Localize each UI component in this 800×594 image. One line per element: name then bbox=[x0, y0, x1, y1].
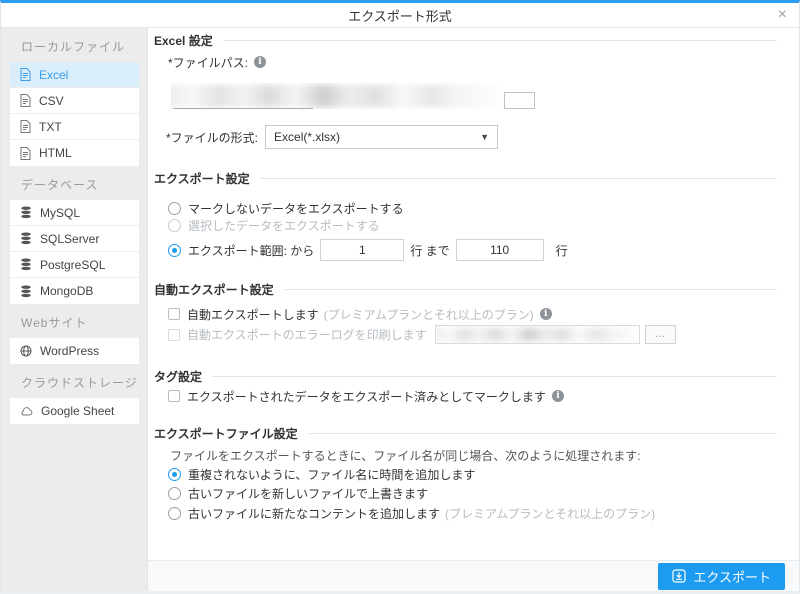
sidebar: ローカルファイル Excel CSV bbox=[1, 28, 147, 591]
sidebar-group-local: ローカルファイル Excel CSV bbox=[10, 35, 139, 166]
section-rule bbox=[260, 178, 777, 179]
sidebar-item-txt[interactable]: TXT bbox=[10, 114, 139, 140]
sidebar-item-sqlserver[interactable]: SQLServer bbox=[10, 226, 139, 252]
export-option-selected-data[interactable]: 選択したデータをエクスポートする bbox=[168, 217, 380, 233]
error-log-checkbox-row[interactable]: 自動エクスポートのエラーログを印刷します … bbox=[168, 325, 676, 344]
file-conflict-description: ファイルをエクスポートするときに、ファイル名が同じ場合、次のように処理されます: bbox=[170, 447, 641, 463]
sidebar-item-mysql[interactable]: MySQL bbox=[10, 200, 139, 226]
sidebar-item-html[interactable]: HTML bbox=[10, 140, 139, 166]
database-icon bbox=[20, 285, 32, 298]
radio-checked[interactable] bbox=[168, 244, 181, 257]
radio-disabled bbox=[168, 219, 181, 232]
file-path-browse-button[interactable] bbox=[504, 92, 535, 109]
checkbox-unchecked[interactable] bbox=[168, 308, 180, 320]
sidebar-item-excel[interactable]: Excel bbox=[10, 62, 139, 88]
sidebar-item-label: MySQL bbox=[40, 206, 80, 220]
export-button[interactable]: エクスポート bbox=[658, 563, 785, 590]
sidebar-item-google-sheet[interactable]: Google Sheet bbox=[10, 398, 139, 424]
checkbox-disabled bbox=[168, 329, 180, 341]
sidebar-item-label: TXT bbox=[39, 120, 62, 134]
range-from-input[interactable] bbox=[320, 239, 404, 261]
export-icon bbox=[672, 569, 686, 583]
sidebar-item-mongodb[interactable]: MongoDB bbox=[10, 278, 139, 304]
radio-unchecked[interactable] bbox=[168, 202, 181, 215]
sidebar-group-cloud: クラウドストレージ Google Sheet bbox=[10, 364, 139, 424]
sidebar-item-label: MongoDB bbox=[40, 284, 93, 298]
auto-export-checkbox-row[interactable]: 自動エクスポートします (プレミアムプランとそれ以上のプラン) i bbox=[168, 306, 552, 322]
section-title-tag: タグ設定 bbox=[154, 368, 777, 384]
mark-exported-checkbox-row[interactable]: エクスポートされたデータをエクスポート済みとしてマークします i bbox=[168, 388, 564, 404]
sidebar-header-cloud: クラウドストレージ bbox=[10, 364, 139, 398]
cloud-icon bbox=[20, 406, 33, 416]
file-path-input[interactable] bbox=[171, 83, 501, 109]
database-icon bbox=[20, 206, 32, 219]
file-icon bbox=[20, 147, 31, 160]
globe-icon bbox=[20, 345, 32, 357]
file-icon bbox=[20, 94, 31, 107]
radio-unchecked[interactable] bbox=[168, 507, 181, 520]
section-rule bbox=[212, 376, 777, 377]
sidebar-item-label: WordPress bbox=[40, 344, 99, 358]
info-icon[interactable]: i bbox=[540, 308, 552, 320]
premium-note: (プレミアムプランとそれ以上のプラン) bbox=[445, 505, 655, 522]
chevron-down-icon: ▼ bbox=[480, 132, 489, 142]
sidebar-header-database: データベース bbox=[10, 166, 139, 200]
file-format-row: *ファイルの形式: Excel(*.xlsx) ▼ bbox=[166, 125, 498, 149]
sidebar-header-website: Webサイト bbox=[10, 304, 139, 338]
info-icon[interactable]: i bbox=[552, 390, 564, 402]
sidebar-group-database: データベース MySQL SQLServer bbox=[10, 166, 139, 304]
file-format-select[interactable]: Excel(*.xlsx) ▼ bbox=[265, 125, 498, 149]
section-rule bbox=[284, 289, 777, 290]
file-path-row: *ファイルパス: i bbox=[168, 54, 266, 70]
sidebar-item-label: HTML bbox=[39, 146, 72, 160]
section-rule bbox=[223, 40, 777, 41]
section-rule bbox=[308, 433, 777, 434]
premium-note: (プレミアムプランとそれ以上のプラン) bbox=[324, 306, 534, 323]
file-option-append[interactable]: 古いファイルに新たなコンテントを追加します (プレミアムプランとそれ以上のプラン… bbox=[168, 505, 655, 521]
sidebar-item-label: PostgreSQL bbox=[40, 258, 105, 272]
file-icon bbox=[20, 120, 31, 133]
file-icon bbox=[20, 68, 31, 81]
close-icon[interactable]: × bbox=[778, 4, 787, 26]
file-path-label: *ファイルパス: bbox=[168, 54, 248, 71]
dialog-titlebar: エクスポート形式 × bbox=[1, 3, 799, 28]
footer-bar: エクスポート bbox=[148, 560, 799, 591]
database-icon bbox=[20, 232, 32, 245]
section-title-excel: Excel 設定 bbox=[154, 32, 777, 48]
error-log-browse-button[interactable]: … bbox=[645, 325, 676, 344]
section-title-auto-export: 自動エクスポート設定 bbox=[154, 281, 777, 297]
export-option-range[interactable]: エクスポート範囲: から 行 まで 行 bbox=[168, 238, 568, 262]
file-format-value: Excel(*.xlsx) bbox=[274, 130, 340, 144]
sidebar-item-label: Google Sheet bbox=[41, 404, 114, 418]
file-format-label: *ファイルの形式: bbox=[166, 129, 258, 146]
export-option-unmarked[interactable]: マークしないデータをエクスポートする bbox=[168, 200, 404, 216]
sidebar-item-postgresql[interactable]: PostgreSQL bbox=[10, 252, 139, 278]
error-log-path-input[interactable] bbox=[435, 325, 640, 344]
section-title-export: エクスポート設定 bbox=[154, 170, 777, 186]
range-to-input[interactable] bbox=[456, 239, 544, 261]
sidebar-header-local: ローカルファイル bbox=[10, 35, 139, 62]
sidebar-item-label: Excel bbox=[39, 68, 68, 82]
sidebar-item-label: SQLServer bbox=[40, 232, 99, 246]
main-panel: Excel 設定 *ファイルパス: i *ファイルの形式: Excel(*.xl… bbox=[147, 28, 799, 591]
dialog-title: エクスポート形式 bbox=[348, 6, 452, 25]
checkbox-unchecked[interactable] bbox=[168, 390, 180, 402]
section-title-export-file: エクスポートファイル設定 bbox=[154, 425, 777, 441]
file-option-overwrite[interactable]: 古いファイルを新しいファイルで上書きます bbox=[168, 485, 428, 501]
sidebar-item-wordpress[interactable]: WordPress bbox=[10, 338, 139, 364]
sidebar-group-website: Webサイト WordPress bbox=[10, 304, 139, 364]
sidebar-item-csv[interactable]: CSV bbox=[10, 88, 139, 114]
file-option-timestamp[interactable]: 重複されないように、ファイル名に時間を追加します bbox=[168, 466, 475, 482]
export-format-dialog: エクスポート形式 × ローカルファイル Excel bbox=[0, 0, 800, 594]
sidebar-item-label: CSV bbox=[39, 94, 64, 108]
database-icon bbox=[20, 258, 32, 271]
radio-unchecked[interactable] bbox=[168, 487, 181, 500]
info-icon[interactable]: i bbox=[254, 56, 266, 68]
settings-content: Excel 設定 *ファイルパス: i *ファイルの形式: Excel(*.xl… bbox=[148, 28, 799, 560]
radio-checked[interactable] bbox=[168, 468, 181, 481]
